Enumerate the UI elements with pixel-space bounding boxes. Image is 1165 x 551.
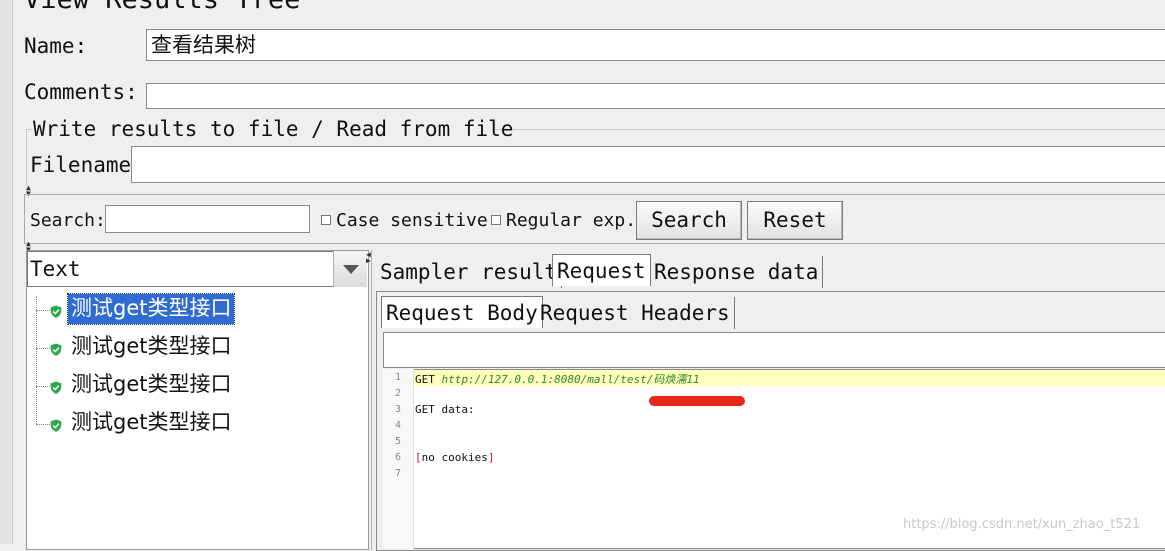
line-number: 1 [394, 372, 401, 383]
red-annotation-mark [649, 396, 745, 406]
search-label: Search: [30, 210, 106, 231]
code-line-6: [no cookies] [415, 451, 494, 464]
fileset-legend: Write results to file / Read from file [33, 117, 514, 141]
case-sensitive-checkbox[interactable] [321, 215, 331, 225]
success-shield-icon [50, 303, 62, 318]
line-number: 5 [394, 436, 401, 447]
filename-label: Filename [30, 153, 132, 177]
bracket-open: [ [415, 451, 422, 464]
bracket-close: ] [487, 451, 495, 464]
fileset-border-vertical [26, 129, 27, 185]
line-number: 6 [394, 452, 401, 463]
tree-item[interactable]: 测试get类型接口 [66, 293, 236, 325]
success-shield-icon [50, 341, 62, 356]
search-button[interactable]: Search [636, 201, 742, 240]
tab-request-body[interactable]: Request Body [381, 296, 543, 328]
success-shield-icon [50, 417, 62, 432]
tree-connector-h [36, 348, 50, 349]
tree-connector-h [36, 424, 50, 425]
fileset-border-right [492, 129, 1165, 130]
filename-field[interactable] [131, 146, 1165, 183]
tab-request-headers[interactable]: Request Headers [536, 297, 735, 329]
tree-item[interactable]: 测试get类型接口 [68, 332, 234, 362]
line-number: 2 [394, 388, 401, 399]
name-label: Name: [24, 34, 88, 58]
success-shield-icon [50, 379, 62, 394]
left-window-border [0, 0, 13, 544]
tree-connector-h [36, 386, 50, 387]
http-method: GET [415, 373, 435, 386]
code-line-3: GET data: [415, 403, 475, 416]
line-number: 4 [394, 420, 401, 431]
reset-button[interactable]: Reset [747, 201, 843, 240]
tab-response-data[interactable]: Response data [650, 256, 824, 288]
regex-checkbox[interactable] [491, 215, 501, 225]
chevron-down-icon [343, 265, 359, 274]
comments-label: Comments: [24, 80, 138, 104]
window-title: View Results Tree [24, 0, 300, 15]
tab-sampler-result[interactable]: Sampler result [376, 256, 563, 288]
comments-field[interactable] [146, 83, 1165, 109]
tree-connector-h [36, 310, 50, 311]
name-field[interactable]: 查看结果树 [146, 29, 1165, 61]
request-url: http://127.0.0.1:8080/mall/test/码焕濡11 [441, 373, 700, 386]
search-input[interactable] [105, 205, 310, 233]
renderer-select-arrow[interactable] [333, 251, 367, 287]
code-line-1: GET http://127.0.0.1:8080/mall/test/码焕濡1… [415, 371, 700, 387]
no-cookies-text: no cookies [421, 451, 488, 464]
line-number: 3 [394, 404, 401, 415]
tree-connector [36, 296, 37, 424]
watermark: https://blog.csdn.net/xun_zhao_t521 [903, 517, 1141, 532]
tree-item[interactable]: 测试get类型接口 [68, 408, 234, 438]
renderer-select-value: Text [30, 257, 81, 281]
case-sensitive-label: Case sensitive [336, 210, 488, 231]
request-summary-box [383, 332, 1165, 368]
regex-label: Regular exp. [506, 210, 637, 231]
line-number: 7 [394, 468, 401, 479]
tab-request[interactable]: Request [552, 254, 651, 286]
tree-item[interactable]: 测试get类型接口 [68, 370, 234, 400]
